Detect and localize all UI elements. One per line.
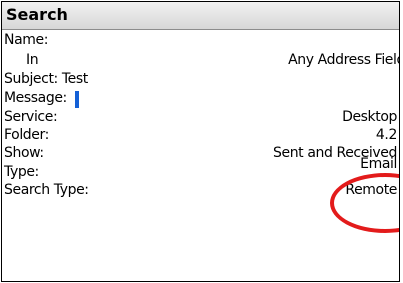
text-cursor: [75, 91, 79, 108]
message-field[interactable]: Message:: [2, 90, 399, 109]
page-title: Search: [6, 5, 68, 24]
in-field[interactable]: In Any Address Field: [2, 52, 399, 71]
type-value: Email: [360, 156, 397, 172]
folder-field[interactable]: Folder: 4.2: [2, 127, 399, 146]
message-label: Message:: [4, 90, 67, 106]
type-label: Type:: [4, 164, 39, 180]
in-label: In: [26, 52, 39, 68]
title-bar: Search: [2, 2, 399, 30]
in-value: Any Address Field: [288, 52, 400, 68]
name-field[interactable]: Name:: [2, 32, 399, 51]
subject-label: Subject: Test: [4, 71, 88, 87]
folder-value: 4.2: [375, 127, 397, 143]
show-field[interactable]: Show: Sent and Received: [2, 145, 399, 164]
search-screen: Search Name: In Any Address Field Subjec…: [1, 1, 400, 282]
name-label: Name:: [4, 32, 49, 48]
search-type-label: Search Type:: [4, 182, 89, 198]
folder-label: Folder:: [4, 127, 49, 143]
type-field[interactable]: Type: Email: [2, 156, 399, 183]
subject-field[interactable]: Subject: Test: [2, 71, 399, 90]
service-field[interactable]: Service: Desktop: [2, 109, 399, 128]
service-label: Service:: [4, 109, 58, 125]
show-label: Show:: [4, 145, 44, 161]
service-value: Desktop: [342, 109, 397, 125]
